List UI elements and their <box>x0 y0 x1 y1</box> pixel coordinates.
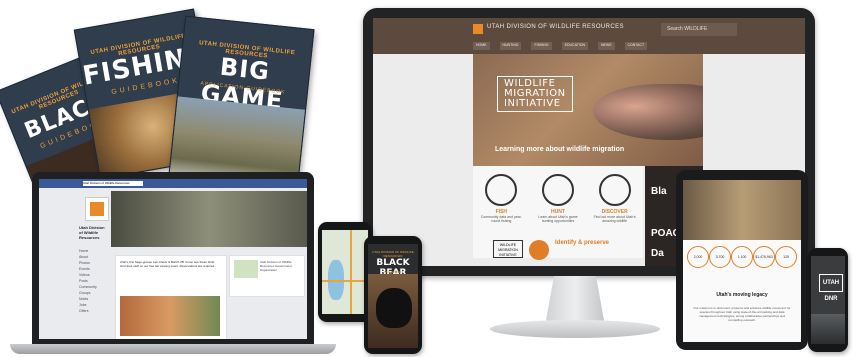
site-header: UTAH DIVISION OF WILDLIFE RESOURCES Sear… <box>373 18 805 54</box>
monitor-base <box>490 320 660 338</box>
dwr-logo-icon[interactable] <box>473 24 483 34</box>
mountain-image <box>811 314 845 344</box>
feature-title: Identify & preserve <box>555 240 610 246</box>
facebook-post: Utah's first Sage-grouse Lek Check is Ma… <box>115 255 227 339</box>
phone-black-bear: UTAH DIVISION OF WILDLIFE RESOURCES BLAC… <box>364 236 422 354</box>
card-text: Community data and year-round fishing <box>480 215 522 223</box>
dnr-logo: UTAH DNR <box>819 274 843 302</box>
side-ad-line: Da <box>651 248 664 259</box>
book-kicker: UTAH DIVISION OF WILDLIFE RESOURCES <box>372 250 414 258</box>
section-title: Utah's moving legacy <box>716 292 768 298</box>
avatar[interactable] <box>85 197 109 221</box>
tablet: 2,000 3,700 1,100 $1,476,963 125 Utah's … <box>676 170 808 350</box>
cover-photo <box>111 191 307 247</box>
nav-item[interactable]: EDUCATION <box>561 42 589 50</box>
page-name: Utah Division of Wildlife Resources <box>79 225 105 240</box>
stat-badge: 2,000 <box>687 246 709 268</box>
stat-badge: 125 <box>775 246 797 268</box>
site-title: UTAH DIVISION OF WILDLIFE RESOURCES <box>487 24 624 30</box>
dwr-logo-icon <box>90 202 104 216</box>
fish-icon <box>485 174 518 206</box>
hero-title-line: INITIATIVE <box>504 98 561 109</box>
map-screen[interactable] <box>322 230 368 314</box>
hero-caption: Learning more about wildlife migration <box>495 146 625 153</box>
card-text: Learn about Utah's game hunting opportun… <box>538 215 578 223</box>
post-text: Utah's first Sage-grouse Lek Check is Ma… <box>120 260 215 268</box>
migration-badge[interactable]: WILDLIFE MIGRATION INITIATIVE <box>493 240 523 258</box>
cougar-photo <box>683 180 801 240</box>
monitor-stand <box>545 276 605 326</box>
nav-item[interactable]: FISHING <box>531 42 552 50</box>
bear-image <box>376 288 412 328</box>
map-thumbnail[interactable] <box>234 260 258 278</box>
site-nav: HOME HUNTING FISHING EDUCATION NEWS CONT… <box>473 42 648 50</box>
play-icon[interactable] <box>529 240 549 260</box>
big-game-guidebook: UTAH DIVISION OF WILDLIFE RESOURCES BIG … <box>167 15 315 199</box>
bear-screen: UTAH DIVISION OF WILDLIFE RESOURCES BLAC… <box>368 244 418 348</box>
nav-item[interactable]: CONTACT <box>624 42 648 50</box>
laptop-screen: Utah Division of Wildlife Resources Utah… <box>39 179 307 339</box>
nav-item[interactable]: HUNTING <box>499 42 522 50</box>
stat-badge: 3,700 <box>709 246 731 268</box>
page-info-card: Utah Division of Wildlife Resources Gove… <box>229 255 305 297</box>
stat-badge: $1,476,963 <box>753 246 775 268</box>
card-text: Find out more about Utah's amazing wildl… <box>593 215 636 223</box>
hero-banner[interactable]: WILDLIFE MIGRATION INITIATIVE Learning m… <box>473 54 703 166</box>
nav-item[interactable]: HOME <box>473 42 490 50</box>
search-input[interactable]: Search WILDLIFE <box>661 23 737 36</box>
compass-icon <box>598 174 631 206</box>
hero-title: WILDLIFE MIGRATION INITIATIVE <box>497 76 573 112</box>
page-info-text: Utah Division of Wildlife Resources Gove… <box>260 260 292 272</box>
search-input[interactable]: Utah Division of Wildlife Resources <box>83 181 143 186</box>
tablet-screen: 2,000 3,700 1,100 $1,476,963 125 Utah's … <box>683 180 801 342</box>
page-sidebar: Home About Photos Events Videos Posts Co… <box>79 249 109 315</box>
deer-icon <box>541 174 574 206</box>
section-text: Our mission is to document, preserve and… <box>693 306 791 322</box>
phone-dnr: UTAH DNR <box>808 248 848 352</box>
sidebar-item[interactable]: Offers <box>79 309 109 315</box>
road-line <box>350 230 352 314</box>
stat-badge: 1,100 <box>731 246 753 268</box>
trout-image <box>593 84 703 140</box>
nav-item[interactable]: NEWS <box>598 42 615 50</box>
road-line <box>322 280 368 282</box>
laptop: Utah Division of Wildlife Resources Utah… <box>32 172 314 344</box>
stats-row: 2,000 3,700 1,100 $1,476,963 125 <box>687 246 797 268</box>
facebook-topbar: Utah Division of Wildlife Resources <box>39 179 307 188</box>
side-ad-line: Bla <box>651 186 667 197</box>
migration-feature: WILDLIFE MIGRATION INITIATIVE Identify &… <box>493 240 643 262</box>
post-image[interactable] <box>120 296 220 336</box>
laptop-base <box>10 344 336 354</box>
dnr-screen: UTAH DNR <box>811 256 845 344</box>
